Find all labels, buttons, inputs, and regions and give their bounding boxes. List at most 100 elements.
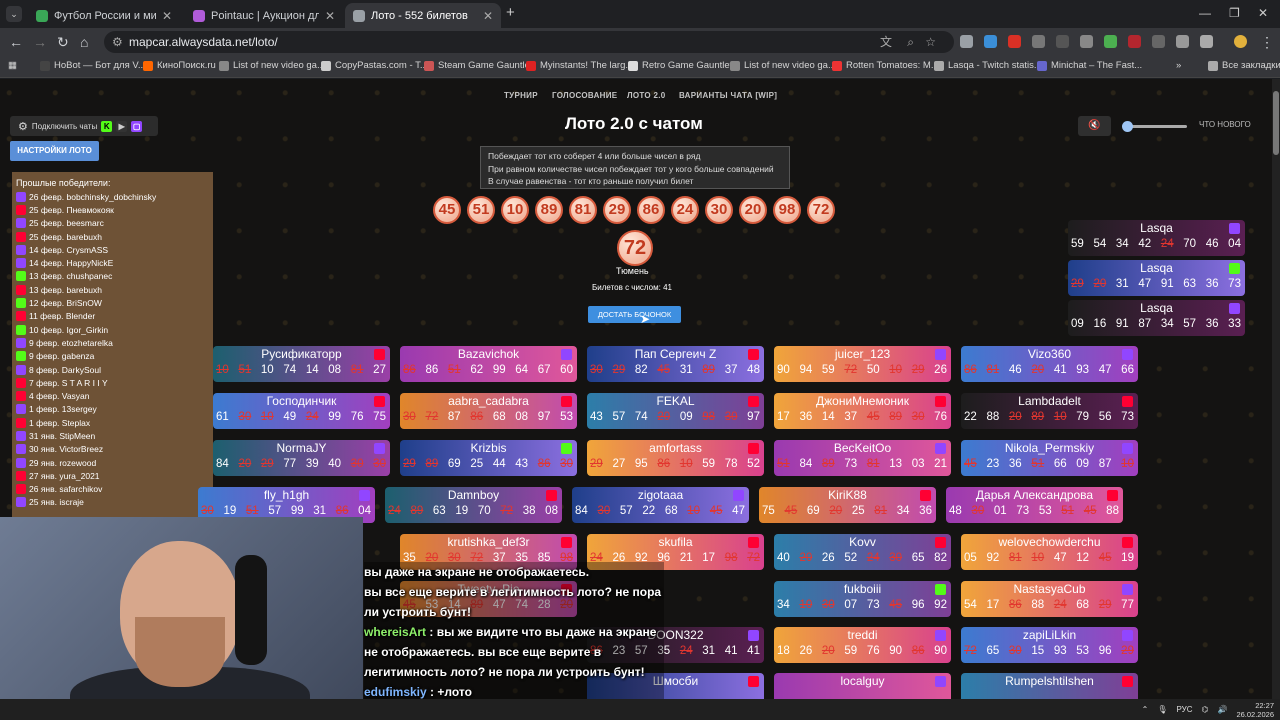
past-winner-row: 7 февр. S T A R I I Y bbox=[16, 376, 209, 389]
microphone bbox=[235, 555, 267, 665]
ticket-number: 57 bbox=[612, 411, 626, 423]
nav-tournament[interactable]: ТУРНИР bbox=[504, 91, 538, 100]
draw-barrel-button[interactable]: ДОСТАТЬ БОЧОНОК bbox=[588, 306, 681, 323]
volume-slider-handle[interactable] bbox=[1122, 121, 1133, 132]
ticket-number: 33 bbox=[1228, 318, 1241, 330]
new-tab-icon[interactable]: + bbox=[506, 4, 515, 21]
bookmark-item[interactable]: Rotten Tomatoes: M... bbox=[832, 60, 939, 71]
whats-new-link[interactable]: ЧТО НОВОГО bbox=[1199, 120, 1251, 129]
ticket-number: 90 bbox=[889, 645, 903, 657]
past-winner-row: 25 янв. iscraje bbox=[16, 496, 209, 509]
extension-icon[interactable] bbox=[1056, 35, 1069, 48]
chevron-up-icon[interactable]: ⌃ bbox=[1142, 705, 1149, 714]
tab-search-button[interactable]: ⌄ bbox=[6, 6, 22, 22]
tickets-with-number: Билетов с числом: 41 bbox=[592, 283, 672, 292]
ticket-number: 30 bbox=[403, 411, 416, 423]
kick-icon[interactable]: K bbox=[101, 120, 113, 132]
ticket-card: Lasqa 09 16 91 87 34 57 36 33 bbox=[1068, 300, 1245, 336]
scrollbar-thumb[interactable] bbox=[1273, 91, 1279, 155]
ticket-number: 31 bbox=[1115, 278, 1129, 290]
language-indicator[interactable]: РУС bbox=[1176, 705, 1192, 714]
bookmark-item[interactable]: Lasqa - Twitch statis... bbox=[934, 60, 1042, 71]
mute-button[interactable]: 🔇 bbox=[1078, 116, 1111, 136]
clock[interactable]: 22:27 26.02.2026 bbox=[1236, 701, 1274, 719]
extension-icon[interactable] bbox=[1032, 35, 1045, 48]
bookmark-item[interactable]: КиноПоиск.ru bbox=[143, 60, 216, 71]
profile-avatar[interactable] bbox=[1234, 35, 1247, 48]
bookmark-item[interactable]: Steam Game Gauntlet bbox=[424, 60, 533, 71]
ticket-number: 86 bbox=[425, 364, 439, 376]
bookmark-favicon-icon bbox=[40, 60, 50, 71]
connect-chats-button[interactable]: ⚙ Подключить чаты K ▶ ▢ bbox=[10, 116, 158, 136]
url-input[interactable]: ⚙ mapcar.alwaysdata.net/loto/ 文 ⌕ ☆ bbox=[104, 31, 954, 53]
tab-pointauc[interactable]: Pointauc | Аукцион для стрим ✕ bbox=[185, 3, 343, 28]
past-winner-row: 30 янв. VictorBreez bbox=[16, 443, 209, 456]
extension-icon[interactable] bbox=[1104, 35, 1117, 48]
past-winner-row: 27 янв. yura_2021 bbox=[16, 469, 209, 482]
all-bookmarks-folder[interactable]: Все закладки bbox=[1208, 60, 1280, 71]
bookmark-item[interactable]: HoBot — Бот для V... bbox=[40, 60, 146, 71]
extension-icon[interactable] bbox=[1008, 35, 1021, 48]
restore-icon[interactable]: ❐ bbox=[1229, 6, 1240, 20]
extension-icon[interactable] bbox=[1176, 35, 1189, 48]
bookmark-item[interactable]: List of new video ga... bbox=[730, 60, 836, 71]
nav-loto[interactable]: ЛОТО 2.0 bbox=[627, 91, 666, 100]
extension-icon[interactable] bbox=[984, 35, 997, 48]
ticket-numbers: 29 27 95 86 10 59 78 52 bbox=[590, 458, 760, 470]
browser-menu-icon[interactable]: ⋮ bbox=[1260, 34, 1274, 51]
past-winner-row: 25 февр. Пневмокояк bbox=[16, 203, 209, 216]
drawn-ball: 72 bbox=[807, 196, 835, 224]
ticket-number: 51 bbox=[777, 458, 790, 470]
close-tab-icon[interactable]: ✕ bbox=[483, 9, 493, 23]
zoom-icon[interactable]: ⌕ bbox=[907, 31, 914, 53]
bookmark-item[interactable]: List of new video ga... bbox=[219, 60, 325, 71]
nav-voting[interactable]: ГОЛОСОВАНИЕ bbox=[552, 91, 617, 100]
nav-chat-variants[interactable]: ВАРИАНТЫ ЧАТА [WIP] bbox=[679, 91, 777, 100]
ticket-number: 45 bbox=[709, 505, 723, 517]
extension-icon[interactable] bbox=[960, 35, 973, 48]
extension-icon[interactable] bbox=[1152, 35, 1165, 48]
tab-loto[interactable]: Лото - 552 билетов ✕ bbox=[345, 3, 501, 28]
site-info-icon[interactable]: ⚙ bbox=[112, 31, 123, 53]
youtube-icon bbox=[1107, 490, 1118, 501]
kick-icon bbox=[16, 324, 26, 335]
bookmark-item[interactable]: Retro Game Gauntlet bbox=[628, 60, 732, 71]
tab-favicon-icon bbox=[193, 9, 205, 22]
extension-icon[interactable] bbox=[1128, 35, 1141, 48]
extensions-puzzle-icon[interactable] bbox=[1200, 35, 1213, 48]
close-tab-icon[interactable]: ✕ bbox=[325, 9, 335, 23]
bookmark-item[interactable]: CopyPastas.com - T... bbox=[321, 60, 428, 71]
bookmark-item[interactable]: Myinstants! The larg... bbox=[526, 60, 633, 71]
twitch-icon bbox=[16, 457, 26, 468]
tab-football[interactable]: Футбол России и мира 2026 - ✕ bbox=[28, 3, 180, 28]
ticket-numbers: 22 88 20 89 10 79 56 73 bbox=[964, 411, 1134, 423]
bookmark-item[interactable]: Minichat – The Fast... bbox=[1037, 60, 1142, 71]
loto-settings-button[interactable]: НАСТРОЙКИ ЛОТО bbox=[10, 141, 99, 161]
chevron-right-icon[interactable]: » bbox=[1176, 60, 1181, 71]
back-icon[interactable]: ← bbox=[9, 34, 23, 50]
twitch-icon[interactable]: ▢ bbox=[131, 120, 143, 132]
youtube-icon bbox=[16, 470, 26, 481]
home-icon[interactable]: ⌂ bbox=[80, 34, 88, 50]
past-winner-text: 25 янв. iscraje bbox=[29, 497, 84, 508]
extension-icon[interactable] bbox=[1080, 35, 1093, 48]
ticket-number: 99 bbox=[328, 411, 342, 423]
bookmark-star-icon[interactable]: ☆ bbox=[925, 31, 936, 53]
page-scrollbar[interactable] bbox=[1272, 79, 1280, 699]
youtube-icon[interactable]: ▶ bbox=[116, 120, 128, 132]
forward-icon[interactable]: → bbox=[33, 34, 47, 50]
close-tab-icon[interactable]: ✕ bbox=[162, 9, 172, 23]
ticket-number: 51 bbox=[1031, 458, 1045, 470]
volume-icon[interactable]: 🔊 bbox=[1217, 705, 1227, 714]
close-window-icon[interactable]: ✕ bbox=[1258, 6, 1268, 20]
network-icon[interactable]: ⌬ bbox=[1202, 705, 1209, 714]
ticket-number: 30 bbox=[597, 505, 611, 517]
apps-grid-icon[interactable]: ▦ bbox=[8, 60, 17, 71]
translate-icon[interactable]: 文 bbox=[880, 31, 892, 53]
minimize-icon[interactable]: — bbox=[1199, 6, 1211, 20]
mic-icon[interactable]: 🎙 bbox=[1157, 705, 1167, 714]
reload-icon[interactable]: ↻ bbox=[57, 34, 69, 51]
ticket-numbers: 10 51 10 74 14 08 81 27 bbox=[216, 364, 386, 376]
all-bookmarks-label: Все закладки bbox=[1222, 60, 1280, 71]
ticket-numbers: 72 65 30 15 93 53 96 29 bbox=[964, 645, 1134, 657]
